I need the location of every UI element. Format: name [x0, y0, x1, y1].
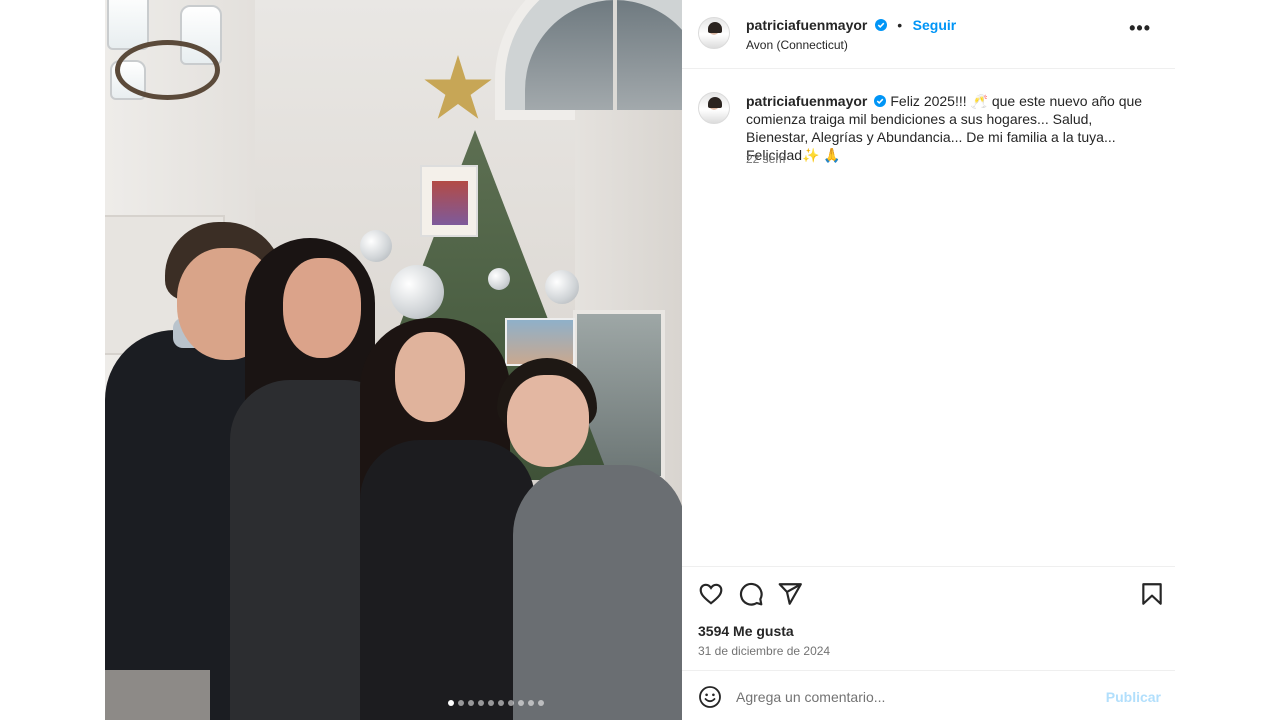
post-header: patriciafuenmayor • Seguir Avon (Connect…	[682, 0, 1175, 69]
carousel-dot	[518, 700, 524, 706]
comment-input[interactable]	[736, 685, 1096, 709]
header-title-row: patriciafuenmayor • Seguir	[746, 17, 956, 35]
comment-icon[interactable]	[738, 581, 764, 607]
caption-timestamp[interactable]: 22 sem	[746, 152, 785, 166]
location-link[interactable]: Avon (Connecticut)	[746, 38, 848, 52]
ornament	[488, 268, 510, 290]
carousel-dot	[528, 700, 534, 706]
verified-badge-icon	[874, 95, 887, 107]
carousel-dot	[448, 700, 454, 706]
carousel-dot	[538, 700, 544, 706]
ornament	[545, 270, 579, 304]
follow-button[interactable]: Seguir	[913, 17, 957, 33]
chandelier	[105, 0, 225, 130]
caption: patriciafuenmayor Feliz 2025!!! 🥂 que es…	[746, 92, 1156, 164]
carousel-dot	[508, 700, 514, 706]
post-side-panel: patriciafuenmayor • Seguir Avon (Connect…	[682, 0, 1175, 720]
caption-username[interactable]: patriciafuenmayor	[746, 93, 867, 109]
action-bar: 3594 Me gusta 31 de diciembre de 2024	[682, 566, 1175, 666]
ornament	[390, 265, 444, 319]
nativity-ornament	[420, 165, 478, 237]
heart-icon[interactable]	[698, 581, 724, 607]
username-link[interactable]: patriciafuenmayor	[746, 17, 867, 33]
post-photo[interactable]: ›	[105, 0, 682, 720]
carousel-dot	[498, 700, 504, 706]
carousel-dot	[488, 700, 494, 706]
ornament	[360, 230, 392, 262]
like-count[interactable]: 3594 Me gusta	[698, 623, 794, 639]
post-date[interactable]: 31 de diciembre de 2024	[698, 644, 830, 658]
carousel-dot	[478, 700, 484, 706]
more-options-icon[interactable]: •••	[1129, 19, 1151, 37]
publish-button[interactable]: Publicar	[1106, 689, 1161, 705]
carousel-dot	[458, 700, 464, 706]
verified-badge-icon	[874, 19, 887, 31]
separator-dot: •	[897, 17, 903, 33]
avatar[interactable]	[698, 17, 730, 49]
bookmark-icon[interactable]	[1139, 581, 1165, 607]
emoji-icon[interactable]	[698, 685, 722, 709]
avatar[interactable]	[698, 92, 730, 124]
carousel-dots	[448, 700, 544, 706]
carousel-dot	[468, 700, 474, 706]
comment-bar: Publicar	[682, 670, 1175, 720]
share-icon[interactable]	[777, 581, 803, 607]
